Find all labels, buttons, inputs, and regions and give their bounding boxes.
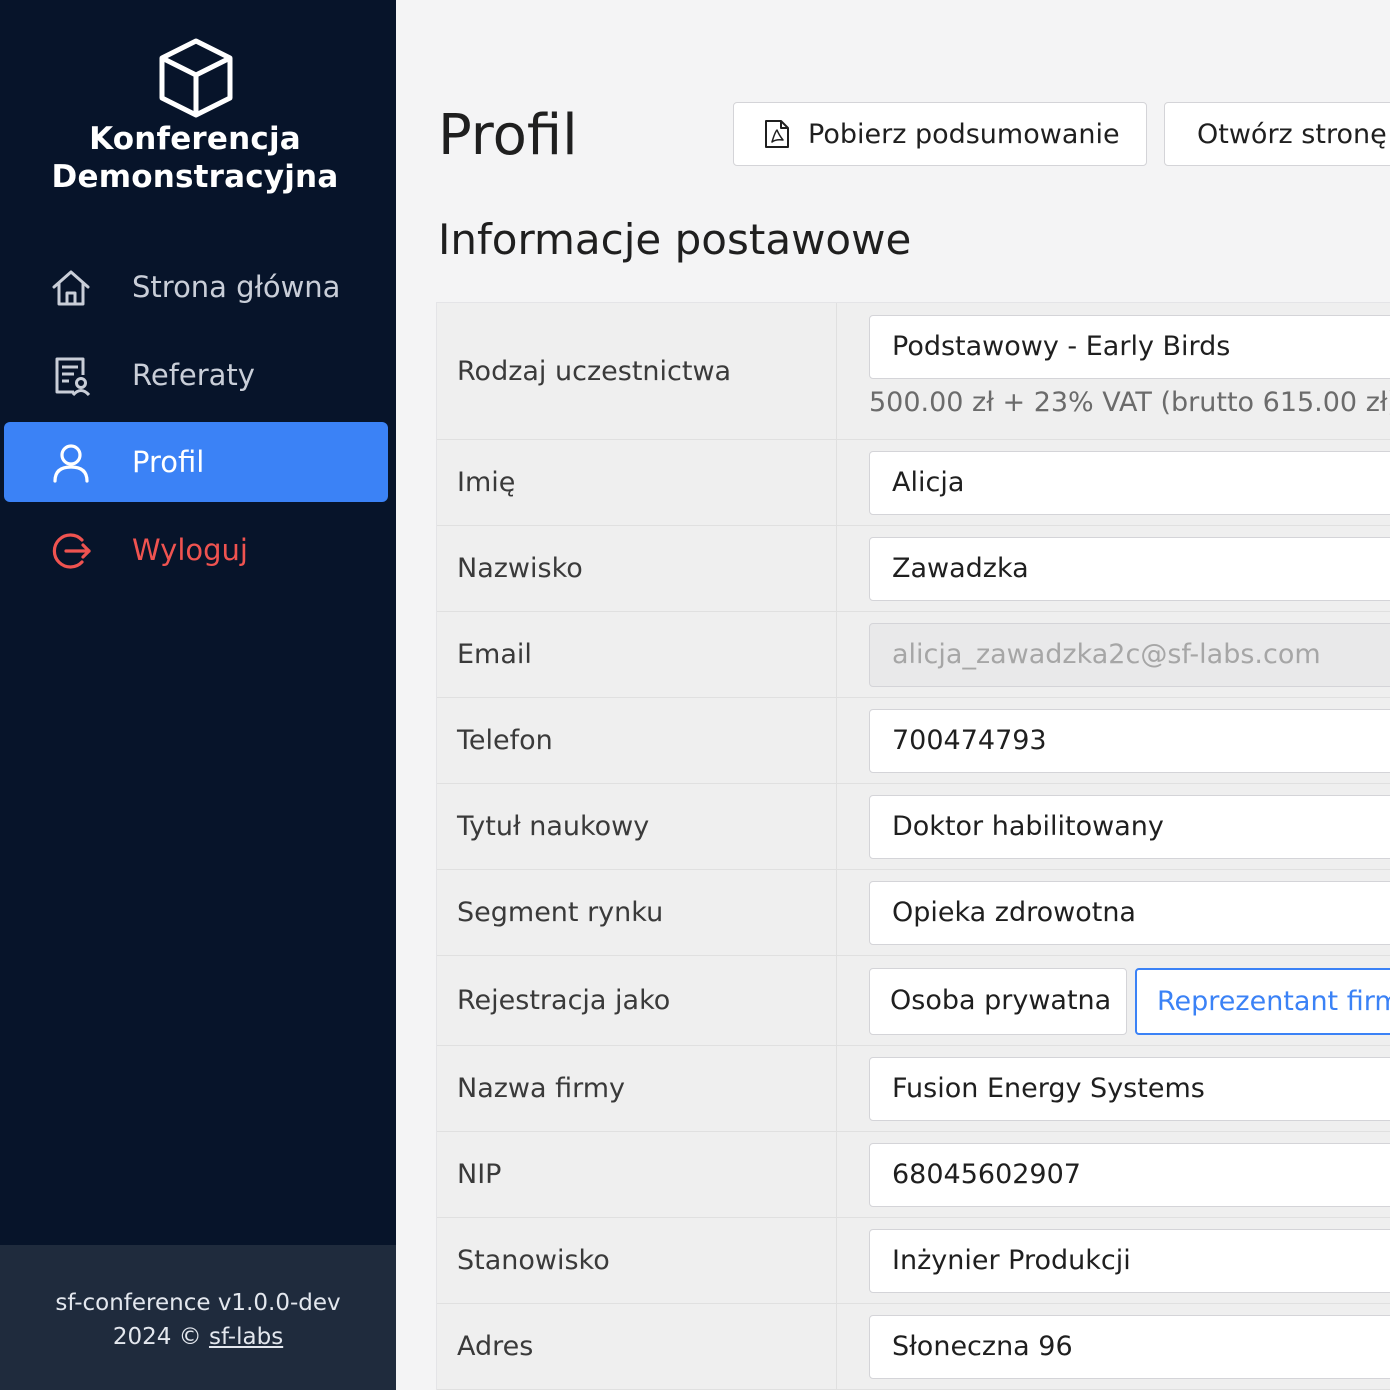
form-row-company: Nazwa firmy Fusion Energy Systems xyxy=(437,1046,1390,1132)
section-title: Informacje postawowe xyxy=(438,215,912,264)
sidebar-item-label: Wyloguj xyxy=(132,533,248,567)
main-content: Profil Pobierz podsumowanie Otwórz stron… xyxy=(396,0,1390,1390)
sidebar-item-label: Referaty xyxy=(132,358,255,392)
field-label: NIP xyxy=(437,1132,837,1217)
sidebar-item-label: Profil xyxy=(132,445,205,479)
company-name-input[interactable]: Fusion Energy Systems xyxy=(869,1057,1390,1121)
field-label: Imię xyxy=(437,440,837,525)
form-row-phone: Telefon 700474793 xyxy=(437,698,1390,784)
brand-name: Konferencja Demonstracyjna xyxy=(0,120,390,196)
first-name-input[interactable]: Alicja xyxy=(869,451,1390,515)
download-summary-label: Pobierz podsumowanie xyxy=(808,118,1120,150)
form-row-first-name: Imię Alicja xyxy=(437,440,1390,526)
market-segment-select[interactable]: Opieka zdrowotna xyxy=(869,881,1390,945)
form-row-registration: Rejestracja jako Osoba prywatna Reprezen… xyxy=(437,956,1390,1046)
field-label: Rodzaj uczestnictwa xyxy=(437,303,837,439)
address-input[interactable]: Słoneczna 96 xyxy=(869,1315,1390,1379)
user-icon xyxy=(53,444,89,483)
version-text: sf-conference v1.0.0-dev xyxy=(55,1290,341,1316)
field-label: Stanowisko xyxy=(437,1218,837,1303)
logout-icon xyxy=(52,533,91,569)
field-label: Email xyxy=(437,612,837,697)
field-label: Nazwa firmy xyxy=(437,1046,837,1131)
profile-form-table: Rodzaj uczestnictwa Podstawowy - Early B… xyxy=(436,302,1390,1390)
sidebar-item-papers[interactable]: Referaty xyxy=(4,335,388,415)
field-label: Telefon xyxy=(437,698,837,783)
copyright-line: 2024 © sf-labs xyxy=(0,1320,396,1354)
sidebar-item-profile[interactable]: Profil xyxy=(4,422,388,502)
sidebar-item-label: Strona główna xyxy=(132,270,341,304)
pdf-file-icon xyxy=(765,120,789,148)
form-row-segment: Segment rynku Opieka zdrowotna xyxy=(437,870,1390,956)
sidebar-item-logout[interactable]: Wyloguj xyxy=(4,510,388,590)
participation-price: 500.00 zł + 23% VAT (brutto 615.00 zł) xyxy=(869,387,1390,418)
form-row-address: Adres Słoneczna 96 xyxy=(437,1304,1390,1390)
degree-select[interactable]: Doktor habilitowany xyxy=(869,795,1390,859)
open-page-button[interactable]: Otwórz stronę xyxy=(1164,102,1390,166)
field-label: Nazwisko xyxy=(437,526,837,611)
brand-line-2: Demonstracyjna xyxy=(51,159,339,195)
phone-input[interactable]: 700474793 xyxy=(869,709,1390,773)
sf-labs-link[interactable]: sf-labs xyxy=(209,1324,283,1350)
field-label: Rejestracja jako xyxy=(437,956,837,1045)
nip-input[interactable]: 68045602907 xyxy=(869,1143,1390,1207)
form-row-nip: NIP 68045602907 xyxy=(437,1132,1390,1218)
email-input: alicja_zawadzka2c@sf-labs.com xyxy=(869,623,1390,687)
field-label: Adres xyxy=(437,1304,837,1389)
form-row-position: Stanowisko Inżynier Produkcji xyxy=(437,1218,1390,1304)
cube-logo-icon xyxy=(159,38,233,118)
sidebar: Konferencja Demonstracyjna Strona główna… xyxy=(0,0,396,1390)
sidebar-item-home[interactable]: Strona główna xyxy=(4,247,388,327)
form-row-last-name: Nazwisko Zawadzka xyxy=(437,526,1390,612)
form-row-degree: Tytuł naukowy Doktor habilitowany xyxy=(437,784,1390,870)
sidebar-footer: sf-conference v1.0.0-dev 2024 © sf-labs xyxy=(0,1245,396,1390)
last-name-input[interactable]: Zawadzka xyxy=(869,537,1390,601)
app-root: Konferencja Demonstracyjna Strona główna… xyxy=(0,0,1390,1390)
registration-company-option[interactable]: Reprezentant firmy xyxy=(1135,968,1390,1035)
form-row-email: Email alicja_zawadzka2c@sf-labs.com xyxy=(437,612,1390,698)
field-label: Tytuł naukowy xyxy=(437,784,837,869)
home-icon xyxy=(52,270,90,306)
document-user-icon xyxy=(55,357,91,397)
position-input[interactable]: Inżynier Produkcji xyxy=(869,1229,1390,1293)
page-title: Profil xyxy=(438,103,578,168)
open-page-label: Otwórz stronę xyxy=(1197,118,1387,150)
form-row-participation: Rodzaj uczestnictwa Podstawowy - Early B… xyxy=(437,303,1390,440)
participation-type-select[interactable]: Podstawowy - Early Birds xyxy=(869,315,1390,379)
field-label: Segment rynku xyxy=(437,870,837,955)
registration-private-option[interactable]: Osoba prywatna xyxy=(869,968,1127,1035)
brand-line-1: Konferencja xyxy=(89,121,301,157)
download-summary-button[interactable]: Pobierz podsumowanie xyxy=(733,102,1147,166)
copyright-year: 2024 © xyxy=(112,1324,202,1350)
